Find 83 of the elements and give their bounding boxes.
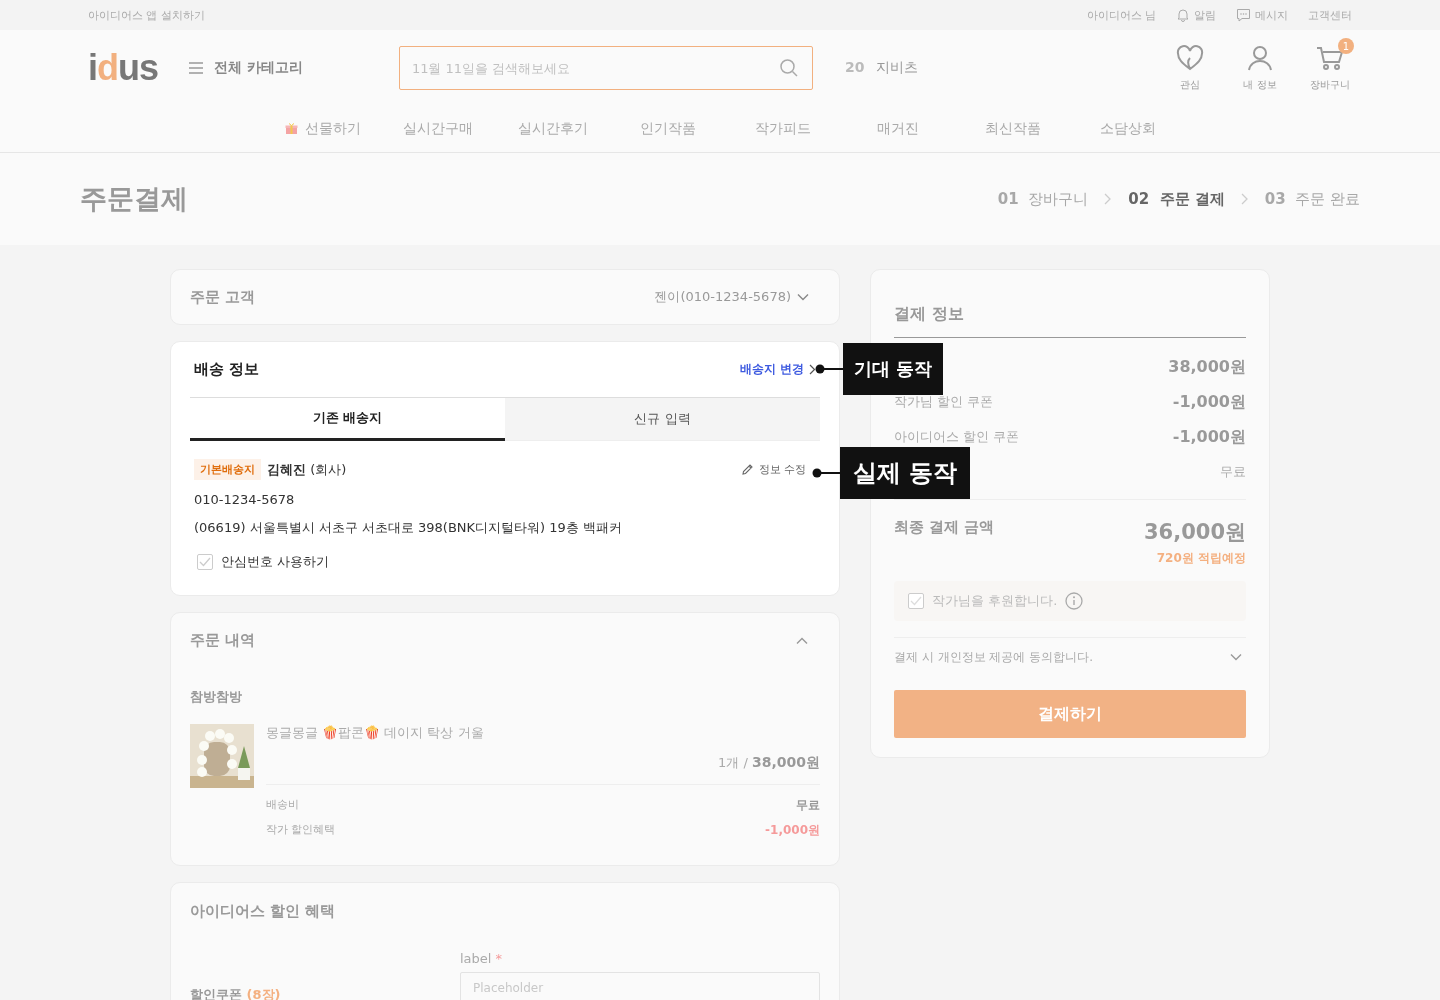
recipient-name: 김혜진 (회사) xyxy=(267,460,347,479)
address-tab[interactable]: 신규 입력 xyxy=(505,398,820,441)
product-name[interactable]: 몽글몽글 🍿팝콘🍿 데이지 탁상 거울 xyxy=(266,724,820,742)
checkbox-label[interactable]: 안심번호 사용하기 xyxy=(221,553,330,571)
cart-count-badge: 1 xyxy=(1338,38,1354,54)
logo[interactable]: idus xyxy=(88,47,159,89)
header-icon-label[interactable]: 내 정보 xyxy=(1243,78,1277,92)
cart-icon[interactable] xyxy=(1316,45,1344,71)
pointer-line xyxy=(815,364,843,374)
shipping-address: (06619) 서울특별시 서초구 서초대로 398(BNK디지털타워) 19층 백패커 xyxy=(194,519,623,537)
page-title: 주문결제 xyxy=(80,182,188,216)
category-button[interactable]: 전체 카테고리 xyxy=(188,59,303,77)
nav-link[interactable]: 소담상회 xyxy=(1099,120,1156,138)
chevron-right-icon xyxy=(1240,193,1249,205)
summary-value: 38,000원 xyxy=(1168,356,1246,378)
card-title: 배송 정보 xyxy=(194,360,260,379)
total-amount: 36,000원 xyxy=(1143,519,1246,546)
nav-link[interactable]: 선물하기 xyxy=(304,120,361,138)
edit-info-link[interactable]: 정보 수정 xyxy=(740,462,806,477)
checkout-step: 02 주문 결제 xyxy=(1128,189,1225,209)
app-install-link[interactable]: 아이디어스 앱 설치하기 xyxy=(88,7,205,23)
annotation-label: 기대 동작 xyxy=(843,343,944,395)
info-icon[interactable] xyxy=(1065,592,1084,610)
gift-icon xyxy=(284,123,298,135)
total-label: 최종 결제 금액 xyxy=(894,518,995,538)
agreement-text[interactable]: 결제 시 개인정보 제공에 동의합니다. xyxy=(894,648,1094,666)
nav-link[interactable]: 작가피드 xyxy=(754,120,811,138)
chevron-down-icon[interactable] xyxy=(797,293,809,301)
checkout-step: 01 장바구니 xyxy=(997,189,1089,209)
pay-button[interactable]: 결제하기 xyxy=(894,690,1246,738)
summary-value: -1,000원 xyxy=(1172,426,1246,448)
customer-selector[interactable]: 젠이(010-1234-5678) xyxy=(654,288,809,306)
change-address-link[interactable]: 배송지 변경 xyxy=(739,361,816,378)
menu-icon[interactable] xyxy=(188,61,205,75)
required-mark: * xyxy=(495,951,502,966)
reward-points: 720원 적립예정 xyxy=(1156,550,1246,567)
top-link[interactable]: 알림 xyxy=(1194,7,1216,23)
card-title: 주문 내역 xyxy=(190,631,256,650)
checkbox[interactable] xyxy=(908,593,924,609)
chevron-right-icon[interactable] xyxy=(809,364,816,375)
chevron-right-icon xyxy=(1104,193,1113,205)
search-icon[interactable] xyxy=(778,58,799,78)
default-address-badge: 기본배송지 xyxy=(194,459,261,480)
search-field[interactable]: 11월 11일을 검색해보세요 xyxy=(398,46,813,90)
annotation-label: 실제 동작 xyxy=(840,447,971,499)
pointer-line xyxy=(812,468,840,478)
user-name: 아이디어스 님 xyxy=(1086,7,1156,23)
expand-chevron-icon[interactable] xyxy=(1230,653,1242,661)
fee-value: 무료 xyxy=(796,797,820,814)
heart-icon[interactable] xyxy=(1176,45,1204,71)
card-title: 아이디어스 할인 혜택 xyxy=(190,902,336,920)
top-link[interactable]: 고객센터 xyxy=(1308,7,1352,23)
trending-rank: 20 xyxy=(844,59,865,77)
pencil-icon[interactable] xyxy=(740,463,754,476)
checkout-step: 03 주문 완료 xyxy=(1264,189,1360,209)
recipient-phone: 010-1234-5678 xyxy=(194,492,296,507)
summary-value: 무료 xyxy=(1220,463,1246,481)
nav-link[interactable]: 매거진 xyxy=(876,120,919,138)
collapse-chevron-icon[interactable] xyxy=(796,636,808,645)
nav-link[interactable]: 최신작품 xyxy=(984,120,1041,138)
trending-keyword[interactable]: 지비츠 xyxy=(876,59,919,77)
top-link[interactable]: 메시지 xyxy=(1255,7,1288,23)
checkbox-label[interactable]: 작가님을 후원합니다. xyxy=(932,592,1058,610)
shop-name: 참방참방 xyxy=(190,688,243,706)
checkbox[interactable] xyxy=(197,554,213,570)
message-icon[interactable] xyxy=(1236,8,1251,22)
header-icon-label[interactable]: 장바구니 xyxy=(1310,78,1350,92)
field-label: label * xyxy=(460,951,503,966)
nav-link[interactable]: 실시간구매 xyxy=(402,120,473,138)
card-title: 결제 정보 xyxy=(894,304,1246,338)
summary-value: -1,000원 xyxy=(1172,391,1246,413)
product-quantity-price: 1개 / 38,000원 xyxy=(718,754,820,772)
summary-label: 작가님 할인 쿠폰 xyxy=(894,393,994,411)
nav-link[interactable]: 인기작품 xyxy=(639,120,696,138)
header-icon-label[interactable]: 관심 xyxy=(1180,78,1200,92)
card-title: 주문 고객 xyxy=(190,287,256,307)
fee-value: -1,000원 xyxy=(765,822,820,839)
nav-link[interactable]: 실시간후기 xyxy=(517,120,588,138)
fee-label: 작가 할인혜택 xyxy=(266,822,336,838)
summary-label: 아이디어스 할인 쿠폰 xyxy=(894,428,1020,446)
fee-label: 배송비 xyxy=(266,797,299,813)
bell-icon[interactable] xyxy=(1176,8,1190,22)
person-icon[interactable] xyxy=(1247,45,1273,71)
